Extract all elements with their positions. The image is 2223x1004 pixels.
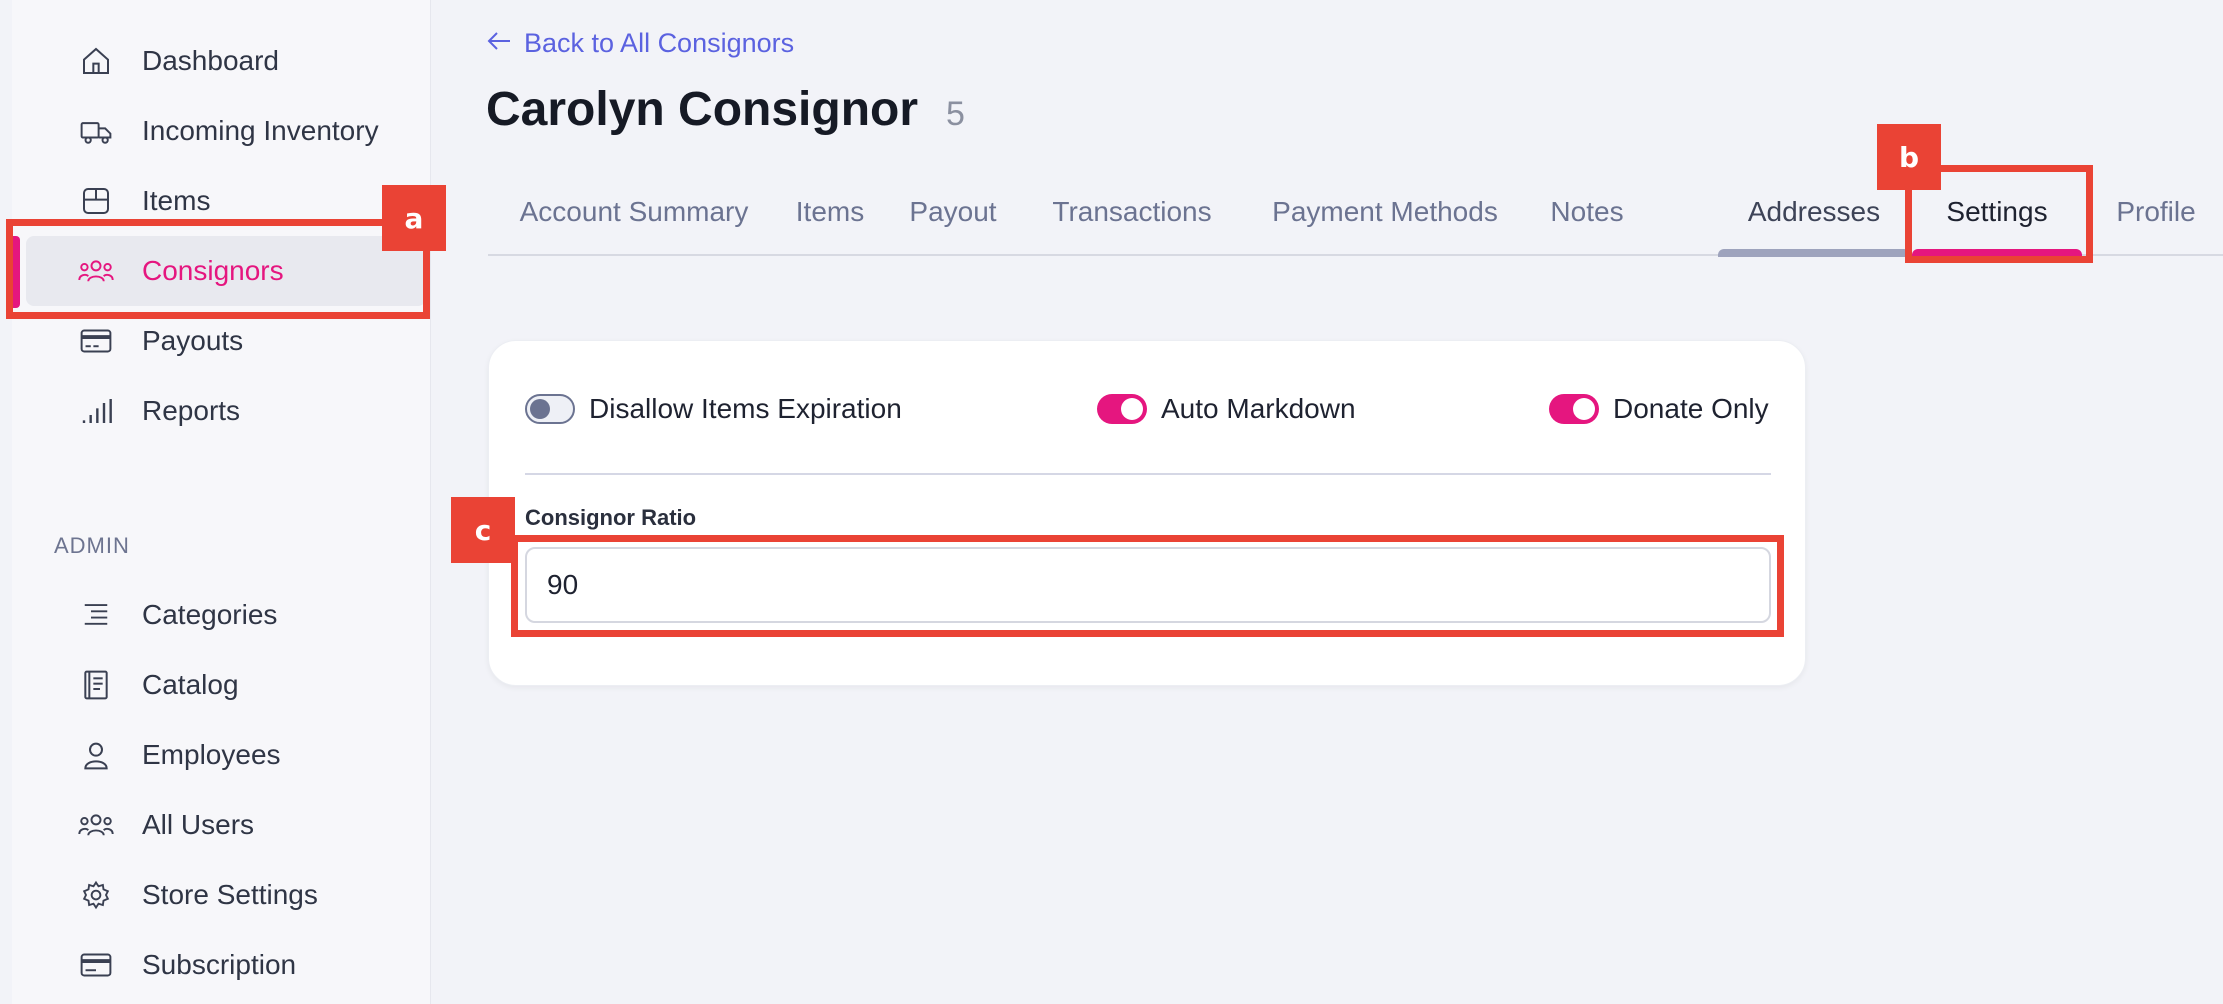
tab-addresses[interactable]: Addresses (1718, 196, 1910, 257)
toggle-switch-on[interactable] (1097, 394, 1147, 424)
tab-label: Addresses (1747, 196, 1881, 227)
sidebar-item-label: Dashboard (142, 45, 279, 76)
back-link[interactable]: Back to All Consignors (486, 28, 794, 59)
sidebar-item-incoming-inventory[interactable]: Incoming Inventory (26, 96, 426, 166)
book-icon (78, 667, 114, 703)
tab-label: Notes (1550, 196, 1624, 227)
toggle-label: Auto Markdown (1161, 393, 1356, 424)
sidebar-item-dashboard[interactable]: Dashboard (26, 26, 426, 96)
toggle-auto-markdown[interactable]: Auto Markdown (1097, 393, 1356, 425)
users-icon (78, 807, 114, 843)
sidebar-item-label: Payouts (142, 325, 244, 356)
home-icon (78, 43, 114, 79)
tab-payment-methods[interactable]: Payment Methods (1260, 196, 1510, 254)
credit-card-icon (78, 947, 114, 983)
tab-account-summary[interactable]: Account Summary (514, 196, 754, 254)
tab-notes[interactable]: Notes (1544, 196, 1630, 254)
sidebar-item-label: Reports (142, 395, 241, 426)
sidebar-item-reports[interactable]: Reports (26, 376, 426, 446)
sidebar-item-label: Employees (142, 739, 281, 770)
tab-payout[interactable]: Payout (904, 196, 1002, 254)
tab-transactions[interactable]: Transactions (1038, 196, 1226, 254)
tab-label: Transactions (1052, 196, 1212, 227)
admin-section-heading: ADMIN (54, 533, 130, 558)
sidebar-item-catalog[interactable]: Catalog (26, 650, 426, 720)
sidebar-item-label: Categories (142, 599, 278, 630)
back-link-label: Back to All Consignors (524, 28, 795, 58)
sidebar: Dashboard Incoming Inventory Items Consi… (12, 0, 431, 1004)
toggle-label: Disallow Items Expiration (589, 393, 902, 424)
consignor-ratio-label: Consignor Ratio (525, 505, 697, 530)
sidebar-item-employees[interactable]: Employees (26, 720, 426, 790)
toggle-switch-on[interactable] (1549, 394, 1599, 424)
sidebar-item-label: Store Settings (142, 879, 318, 910)
toggle-switch-off[interactable] (525, 394, 575, 424)
annotation-tag-b: b (1877, 124, 1941, 190)
divider (525, 473, 1771, 475)
page-title: Carolyn Consignor (486, 83, 919, 136)
title-row: Carolyn Consignor 5 (486, 82, 965, 137)
toggle-knob (1121, 398, 1143, 420)
box-icon (78, 183, 114, 219)
sidebar-item-label: All Users (142, 809, 255, 840)
tab-label: Items (795, 196, 865, 227)
tab-label: Payout (909, 196, 997, 227)
sidebar-item-all-users[interactable]: All Users (26, 790, 426, 860)
user-icon (78, 737, 114, 773)
credit-card-icon (78, 323, 114, 359)
sidebar-item-label: Catalog (142, 669, 239, 700)
toggle-disallow-items-expiration[interactable]: Disallow Items Expiration (525, 393, 902, 425)
annotation-box-c (511, 535, 1784, 637)
tab-label: Account Summary (519, 196, 749, 227)
truck-icon (78, 113, 114, 149)
bar-chart-icon (78, 393, 114, 429)
sidebar-item-label: Items (142, 185, 211, 216)
sidebar-item-label: Subscription (142, 949, 297, 980)
tab-profile[interactable]: Profile (2106, 196, 2206, 254)
sidebar-item-categories[interactable]: Categories (26, 580, 426, 650)
list-indent-icon (78, 597, 114, 633)
item-count-badge: 5 (946, 95, 965, 133)
toggle-donate-only[interactable]: Donate Only (1549, 393, 1769, 425)
gear-icon (78, 877, 114, 913)
tab-label: Profile (2116, 196, 2196, 227)
toggle-knob (530, 399, 550, 419)
tab-label: Payment Methods (1272, 196, 1498, 227)
annotation-box-a (6, 219, 430, 319)
sidebar-item-store-settings[interactable]: Store Settings (26, 860, 426, 930)
tab-items[interactable]: Items (788, 196, 872, 254)
sidebar-item-subscription[interactable]: Subscription (26, 930, 426, 1000)
sidebar-item-label: Incoming Inventory (142, 115, 379, 146)
toggle-label: Donate Only (1613, 393, 1769, 424)
annotation-tag-c: c (451, 497, 515, 563)
arrow-left-icon (486, 28, 512, 59)
annotation-tag-a: a (382, 185, 446, 251)
toggle-knob (1573, 398, 1595, 420)
tab-underline (1718, 249, 1910, 257)
